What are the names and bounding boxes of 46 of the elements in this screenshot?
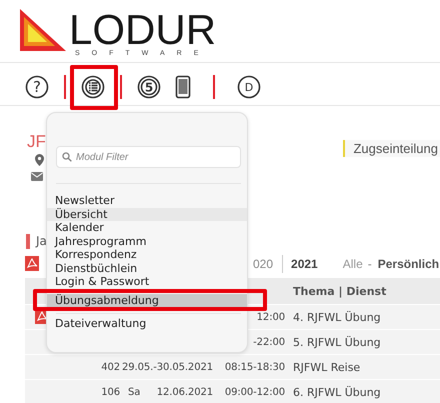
menu-item[interactable]: Korrespondenz: [47, 248, 247, 262]
table-cell-text: 12.06.2021: [156, 386, 213, 398]
table-cell-text: 08:15-18:30: [224, 362, 285, 372]
table-cell-text: 6. RJFWL Übung: [293, 386, 382, 398]
list-button[interactable]: [70, 64, 118, 110]
profile-name: JF: [27, 132, 46, 152]
menu-item[interactable]: Kalender: [47, 221, 247, 234]
table-cell-text: RJFWL Reise: [293, 360, 362, 374]
module-filter-field[interactable]: Modul Filter: [56, 146, 241, 168]
refresh-icon: 5: [137, 74, 161, 98]
section-title: Ja: [36, 234, 47, 248]
refresh-button[interactable]: 5: [126, 64, 174, 110]
menu-item[interactable]: Dienstbüchlein: [47, 262, 247, 275]
table-cell-text: 402: [100, 362, 120, 372]
menu-item[interactable]: Dateiverwaltung: [47, 317, 247, 330]
filter-link[interactable]: Persönlich: [378, 257, 440, 271]
pdf-icon[interactable]: [25, 256, 39, 271]
year-tab[interactable]: 2021: [283, 257, 327, 271]
logo-mark: [20, 9, 66, 51]
location-pin-icon: [35, 154, 44, 166]
table-cell-text: 106: [100, 386, 120, 398]
menu-item[interactable]: Login & Passwort: [47, 275, 247, 288]
letter-button[interactable]: D: [226, 64, 274, 110]
column-header: Thema | Dienst: [293, 284, 388, 298]
letter-icon: D: [237, 74, 261, 98]
table-cell-text: 29.05.-30.05.2021: [121, 362, 213, 372]
year-tab[interactable]: 020: [253, 257, 282, 271]
table-cell-text: -22:00: [252, 336, 285, 348]
menu-item[interactable]: Jahresprogramm: [47, 234, 247, 248]
table-cell-text: Sa: [128, 386, 142, 398]
search-icon: [62, 152, 72, 162]
menu-item[interactable]: Newsletter: [47, 194, 247, 208]
table-cell-text: 09:00-12:00: [224, 386, 285, 398]
table-cell-text: 4. RJFWL Übung: [293, 310, 382, 324]
logo-title: LODUR: [69, 11, 216, 49]
mail-icon: [31, 172, 43, 181]
table-cell-text: 12:00: [256, 312, 285, 322]
help-button[interactable]: ?: [14, 64, 62, 110]
help-icon: ?: [25, 74, 49, 98]
phone-icon: [175, 74, 191, 98]
notice-banner: Zugseinteilung: [343, 140, 440, 157]
menu-item[interactable]: Übersicht: [47, 208, 247, 221]
filter-separator: -: [368, 257, 372, 271]
list-icon: [81, 74, 105, 98]
menu-item[interactable]: Übungsabmeldung: [33, 288, 267, 311]
table-cell-text: 5. RJFWL Übung: [293, 336, 382, 348]
